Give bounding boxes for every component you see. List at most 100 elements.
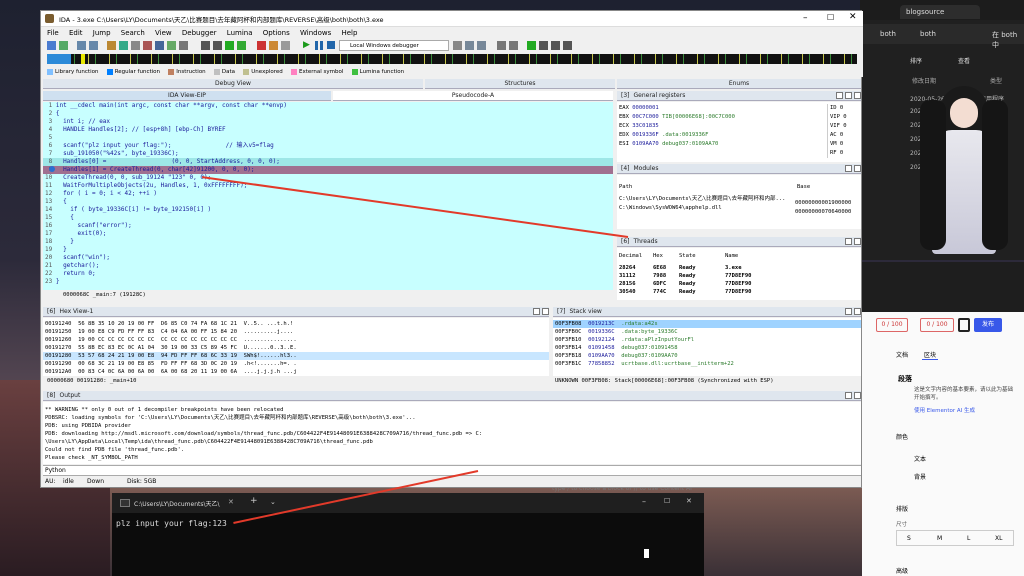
maximize-icon[interactable]: ☐: [664, 497, 670, 505]
stack-row[interactable]: 00F3FB08 0019213C .rdata:a42s: [555, 320, 734, 328]
register-row[interactable]: ECX 33C01835: [619, 122, 819, 131]
code-line[interactable]: 13 {: [45, 198, 611, 206]
pause-icon[interactable]: [315, 41, 323, 50]
code-line[interactable]: 3 int i; // eax: [45, 118, 611, 126]
restore-icon[interactable]: [845, 92, 852, 99]
code-line[interactable]: 23 }: [45, 278, 611, 286]
close-icon[interactable]: [854, 165, 861, 172]
restore-icon[interactable]: [845, 308, 852, 315]
flag-row[interactable]: VIF 0: [830, 122, 859, 131]
close-icon[interactable]: [854, 92, 861, 99]
step-into-icon[interactable]: [465, 41, 474, 50]
stack-row[interactable]: 00F3FB10 00192124 .rdata:aPlzInputYourFl: [555, 336, 734, 344]
typography-section[interactable]: 排版: [896, 504, 908, 513]
back-icon[interactable]: [77, 41, 86, 50]
menu-jump[interactable]: Jump: [93, 27, 111, 39]
ai-generate-link[interactable]: 使用 Elementor AI 生成: [914, 406, 975, 414]
flag-row[interactable]: ID 0: [830, 104, 859, 113]
code-line[interactable]: 20 scanf("win");: [45, 254, 611, 262]
breakpoint-icon[interactable]: [257, 41, 266, 50]
flag-row[interactable]: VIP 0: [830, 113, 859, 122]
segments-icon[interactable]: [563, 41, 572, 50]
menu-windows[interactable]: Windows: [300, 27, 331, 39]
hex-icon[interactable]: [107, 41, 116, 50]
menu-edit[interactable]: Edit: [69, 27, 83, 39]
window-menu-icon[interactable]: [836, 92, 843, 99]
column-header[interactable]: Decimal: [619, 252, 642, 260]
flag-row[interactable]: RF 0: [830, 149, 859, 158]
patch-icon[interactable]: [269, 41, 278, 50]
code-line[interactable]: 18 }: [45, 238, 611, 246]
breakpoint-marker[interactable]: [49, 166, 55, 172]
menu-lumina[interactable]: Lumina: [227, 27, 253, 39]
struct-icon[interactable]: [155, 41, 164, 50]
return-icon[interactable]: [509, 41, 518, 50]
register-row[interactable]: EAX 00000001: [619, 104, 819, 113]
flag-row[interactable]: VM 0: [830, 140, 859, 149]
column-header[interactable]: State: [679, 252, 696, 260]
stack-view-panel[interactable]: 00F3FB08 0019213C .rdata:a42s 00F3FB0C 00…: [553, 318, 861, 376]
column-header[interactable]: Name: [725, 252, 738, 260]
string-icon[interactable]: [143, 41, 152, 50]
menu-help[interactable]: Help: [341, 27, 357, 39]
code-line[interactable]: 8 Handles[0] = (0, 0, StartAddress, 0, 0…: [45, 158, 611, 166]
stack-row[interactable]: 00F3FB18 0109AA70 debug037:0109AA70: [555, 352, 734, 360]
funcs-icon[interactable]: [225, 41, 234, 50]
column-header[interactable]: Base: [797, 183, 810, 192]
restore-icon[interactable]: [845, 165, 852, 172]
restore-icon[interactable]: [845, 392, 852, 399]
flag-row[interactable]: AC 0: [830, 131, 859, 140]
tab-debug-view[interactable]: Debug View: [43, 79, 423, 89]
debugger-select[interactable]: Local Windows debugger: [339, 40, 449, 51]
text-color-option[interactable]: 文本: [914, 454, 926, 463]
size-option[interactable]: M: [937, 535, 942, 542]
tab-pseudocode[interactable]: Pseudocode-A: [333, 91, 613, 101]
close-icon[interactable]: ✕: [686, 497, 692, 505]
xrefs-icon[interactable]: [213, 41, 222, 50]
view-button[interactable]: 查看: [958, 56, 970, 65]
thread-row[interactable]: 30540 774C Ready 77D8EF90: [619, 288, 859, 296]
breadcrumb-1[interactable]: both: [880, 30, 896, 38]
trace-icon[interactable]: [527, 41, 536, 50]
sort-button[interactable]: 排序: [910, 56, 922, 65]
column-header[interactable]: Path: [619, 183, 632, 192]
save-icon[interactable]: [59, 41, 68, 50]
terminal-window[interactable]: C:\Users\LY\Documents\天乙\ ✕ + ⌄ – ☐ ✕ pl…: [112, 493, 704, 576]
close-icon[interactable]: [542, 308, 549, 315]
attach-icon[interactable]: [453, 41, 462, 50]
thread-row[interactable]: 28156 6DFC Ready 77D8EF90: [619, 280, 859, 288]
code-line[interactable]: 4 HANDLE Handles[2]; // [esp+8h] [ebp-Ch…: [45, 126, 611, 134]
menu-file[interactable]: File: [47, 27, 59, 39]
thread-row[interactable]: 28264 6E68 Ready 3.exe: [619, 264, 859, 272]
code-line[interactable]: 22 return 0;: [45, 270, 611, 278]
stack-row[interactable]: 00F3FB0C 0019336C .data:byte_19336C: [555, 328, 734, 336]
restore-icon[interactable]: [533, 308, 540, 315]
restore-icon[interactable]: [845, 238, 852, 245]
code-line[interactable]: 10 CreateThread(0, 0, sub_19124 "123" 0,…: [45, 174, 611, 182]
tab-enums[interactable]: Enums: [617, 79, 861, 89]
terminal-tab-title[interactable]: C:\Users\LY\Documents\天乙\: [134, 499, 220, 508]
menu-search[interactable]: Search: [121, 27, 145, 39]
hex-row[interactable]: 00191240 56 8B 35 10 20 19 00 FF D6 85 C…: [45, 320, 297, 328]
code-line[interactable]: 7 sub_191050("%42s", byte_19336C);: [45, 150, 611, 158]
minimize-icon[interactable]: –: [642, 497, 646, 506]
stop-icon[interactable]: [327, 41, 335, 49]
close-icon[interactable]: [854, 308, 861, 315]
menu-view[interactable]: View: [155, 27, 172, 39]
code-line[interactable]: 9 Handles[1] = CreateThread(0, char[42]9…: [45, 166, 611, 174]
close-icon[interactable]: [854, 238, 861, 245]
advanced-section[interactable]: 高级: [896, 566, 908, 575]
publish-button[interactable]: 发布: [974, 318, 1002, 332]
run-icon[interactable]: ▶: [303, 41, 310, 50]
search-field[interactable]: 在 both 中: [992, 30, 1024, 50]
menu-options[interactable]: Options: [263, 27, 290, 39]
sidebar-toggle-icon[interactable]: [958, 318, 970, 332]
hex-row[interactable]: 00191270 55 8B EC 83 EC 0C A1 04 30 19 0…: [45, 344, 297, 352]
stack-row[interactable]: 00F3FB14 01091458 debug037:01091458: [555, 344, 734, 352]
tab-blogsource[interactable]: blogsource: [900, 5, 980, 19]
column-header[interactable]: Hex: [653, 252, 663, 260]
step-over-icon[interactable]: [477, 41, 486, 50]
breadcrumb-2[interactable]: both: [920, 30, 936, 38]
hex-row[interactable]: 001912A0 00 83 C4 0C 6A 00 6A 00 6A 00 6…: [45, 368, 297, 376]
thread-row[interactable]: 31112 7988 Ready 77D8EF90: [619, 272, 859, 280]
